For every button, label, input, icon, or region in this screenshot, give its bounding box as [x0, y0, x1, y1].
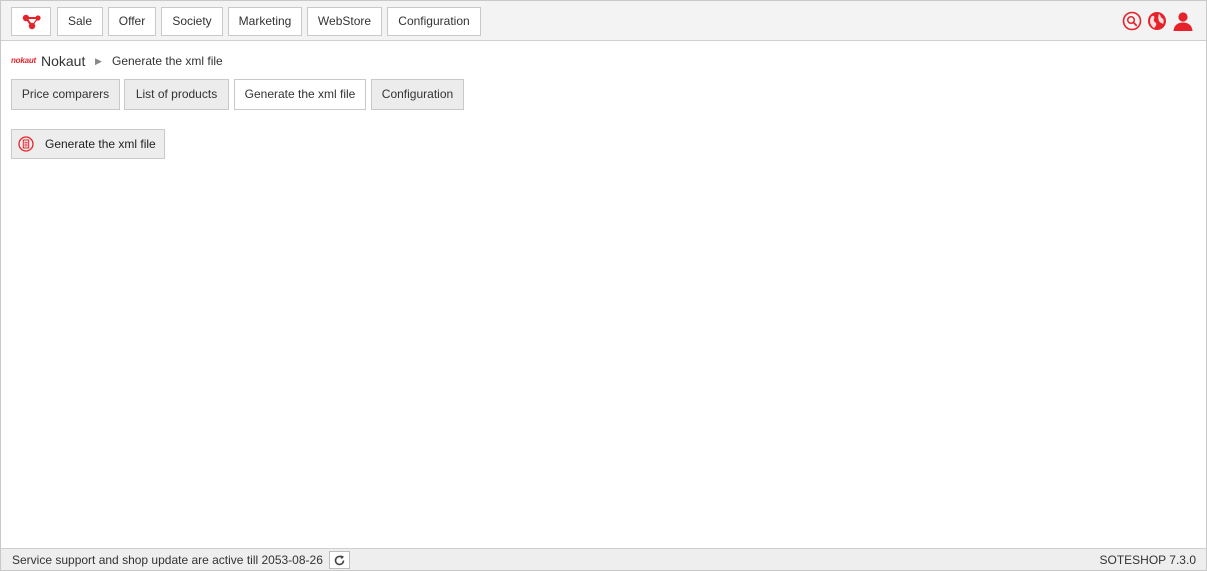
breadcrumb-separator-icon: ▶ — [95, 56, 102, 66]
user-icon[interactable] — [1172, 11, 1194, 31]
generate-xml-file-label: Generate the xml file — [45, 137, 156, 151]
tab-price-comparers[interactable]: Price comparers — [11, 79, 120, 110]
refresh-button[interactable] — [329, 551, 350, 569]
top-right-icons — [1122, 11, 1194, 31]
nokaut-logo: nokaut — [11, 56, 37, 65]
refresh-icon — [334, 555, 345, 566]
status-footer: Service support and shop update are acti… — [1, 548, 1206, 570]
menu-sale[interactable]: Sale — [57, 7, 103, 36]
version-label: SOTESHOP 7.3.0 — [1099, 553, 1197, 567]
menu-offer[interactable]: Offer — [108, 7, 156, 36]
search-icon[interactable] — [1122, 11, 1142, 31]
support-status-text: Service support and shop update are acti… — [12, 553, 323, 567]
tab-generate-xml-file[interactable]: Generate the xml file — [234, 79, 366, 110]
generate-file-icon — [18, 136, 34, 152]
menu-configuration[interactable]: Configuration — [387, 7, 481, 36]
tab-list-of-products[interactable]: List of products — [124, 79, 229, 110]
menu-marketing[interactable]: Marketing — [228, 7, 302, 36]
tab-configuration[interactable]: Configuration — [371, 79, 464, 110]
generate-xml-file-button[interactable]: Generate the xml file — [11, 129, 165, 159]
top-navigation-bar: Sale Offer Society Marketing WebStore Co… — [1, 1, 1206, 41]
menu-society[interactable]: Society — [161, 7, 223, 36]
brand-network-icon — [22, 14, 41, 30]
breadcrumb-nokaut-link[interactable]: Nokaut — [41, 53, 85, 69]
home-logo-button[interactable] — [11, 7, 51, 36]
globe-icon[interactable] — [1147, 11, 1167, 31]
menu-webstore[interactable]: WebStore — [307, 7, 382, 36]
breadcrumb-current-page: Generate the xml file — [112, 54, 223, 68]
